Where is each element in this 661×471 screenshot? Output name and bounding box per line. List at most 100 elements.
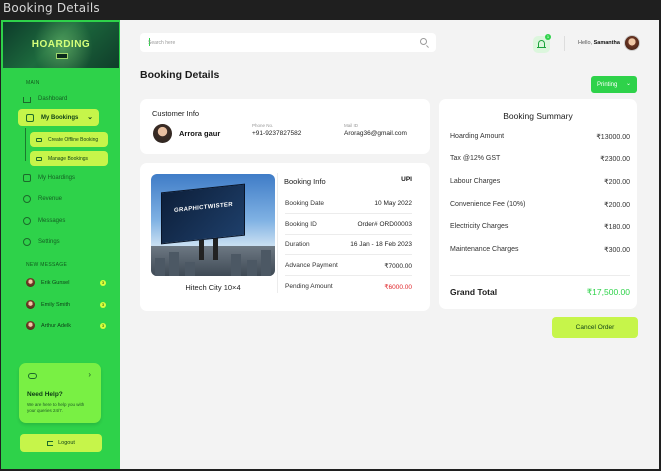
cancel-order-button[interactable]: Cancel Order <box>552 317 638 338</box>
booking-summary-title: Booking Summary <box>503 111 573 121</box>
row-divider <box>285 254 412 255</box>
summary-row-value: ₹200.00 <box>604 179 630 186</box>
user-name: Samantha <box>593 40 620 46</box>
summary-row-value: ₹200.00 <box>604 202 630 209</box>
create-booking-icon <box>36 137 42 142</box>
user-avatar[interactable] <box>624 35 640 51</box>
summary-row-label: Convenience Fee (10%) <box>450 201 526 208</box>
grand-total-row: Grand Total ₹17,500.00 <box>450 287 630 297</box>
sidebar-item-label: Dashboard <box>38 96 68 102</box>
summary-row-label: Tax @12% GST <box>450 155 501 162</box>
brand-logo[interactable]: HOARDING <box>3 22 119 68</box>
greeting-prefix: Hello, <box>578 40 594 46</box>
billboard-text: GRAPHICTWISTER <box>174 201 233 215</box>
billboard-post <box>199 240 204 260</box>
avatar <box>26 300 35 309</box>
avatar <box>26 321 35 330</box>
booking-row: Booking ID Order# ORD00003 <box>285 221 412 228</box>
chevron-down-icon: ⌄ <box>625 81 631 87</box>
summary-row: Electricity Charges ₹180.00 <box>450 223 630 231</box>
booking-row-value: 10 May 2022 <box>374 200 412 207</box>
greeting: Hello, Samantha <box>578 40 620 46</box>
cancel-order-label: Cancel Order <box>575 324 615 331</box>
summary-row-label: Electricity Charges <box>450 223 509 230</box>
hoarding-image: GRAPHICTWISTER <box>151 174 275 276</box>
grand-total-value: ₹17,500.00 <box>586 287 630 297</box>
bell-icon <box>538 40 545 47</box>
customer-phone: +91-9237827582 <box>252 130 302 137</box>
logout-button[interactable]: Logout <box>20 434 102 452</box>
header-divider <box>564 36 565 51</box>
booking-row: Booking Date 10 May 2022 <box>285 200 412 207</box>
message-item[interactable]: Emily Smith 3 <box>26 300 106 309</box>
search-input[interactable] <box>148 37 408 48</box>
sidebar-item-dashboard[interactable]: Dashboard <box>23 92 67 106</box>
window-titlebar: Booking Details <box>0 0 661 20</box>
brand-name: HOARDING <box>31 39 91 50</box>
sidebar-item-my-bookings[interactable]: My Bookings ⌄ <box>18 109 99 126</box>
printing-dropdown[interactable]: Printing ⌄ <box>591 76 637 93</box>
payment-method: UPI <box>401 176 412 183</box>
booking-row-label: Duration <box>285 241 310 248</box>
summary-row: Convenience Fee (10%) ₹200.00 <box>450 201 630 209</box>
summary-row: Labour Charges ₹200.00 <box>450 178 630 186</box>
sidebar-subitem-label: Manage Bookings <box>48 155 89 162</box>
row-divider <box>285 275 412 276</box>
message-icon <box>23 217 31 225</box>
summary-row-label: Maintenance Charges <box>450 246 519 253</box>
search-icon[interactable] <box>420 38 427 45</box>
sidebar-item-label: Messages <box>38 218 66 224</box>
row-divider <box>285 234 412 235</box>
gear-icon <box>23 238 31 246</box>
summary-row: Tax @12% GST ₹2300.00 <box>450 155 630 163</box>
sidebar-subitem-manage-bookings[interactable]: Manage Bookings <box>30 151 108 166</box>
summary-row: Hoarding Amount ₹13000.00 <box>450 133 630 141</box>
sidebar-item-my-hoardings[interactable]: My Hoardings <box>23 171 75 185</box>
bookings-icon <box>26 113 34 122</box>
app-frame: HOARDING MAIN Dashboard My Bookings ⌄ Cr… <box>1 20 659 469</box>
customer-info-title: Customer Info <box>152 109 200 118</box>
booking-divider <box>277 173 278 293</box>
avatar <box>26 278 35 287</box>
hoarding-caption: Hitech City 10×4 <box>185 283 241 292</box>
sidebar-section-main: MAIN <box>26 80 40 86</box>
help-title: Need Help? <box>27 391 63 398</box>
chevron-down-icon: ⌄ <box>87 114 93 121</box>
billboard-post <box>213 238 218 260</box>
sidebar-section-new-message: NEW MESSAGE <box>26 262 68 268</box>
booking-row-value: Order# ORD00003 <box>357 221 412 228</box>
notification-button[interactable]: 1 <box>533 34 551 53</box>
booking-row-value: 16 Jan - 18 Feb 2023 <box>350 241 412 248</box>
message-sender: Arthur Adelk <box>41 322 71 329</box>
message-item[interactable]: Arthur Adelk 3 <box>26 321 106 330</box>
sidebar-item-messages[interactable]: Messages <box>23 214 65 228</box>
chevron-right-icon[interactable]: › <box>88 370 91 379</box>
message-item[interactable]: Erik Gunsel 3 <box>26 278 106 287</box>
bell-icon-base <box>537 47 546 49</box>
booking-row-label: Pending Amount <box>285 283 333 290</box>
help-text: We are here to help you with your querie… <box>27 402 85 413</box>
unread-badge: 3 <box>100 279 106 286</box>
grand-total-label: Grand Total <box>450 287 498 297</box>
sidebar-item-label: My Bookings <box>41 114 79 121</box>
customer-name: Arrora gaur <box>179 129 221 138</box>
booking-row-label: Booking Date <box>285 200 325 207</box>
search-bar <box>140 33 436 52</box>
customer-info-card: Customer Info Arrora gaur Phone No. +91-… <box>140 99 430 154</box>
customer-mail: Arorag36@gmail.com <box>344 130 407 137</box>
summary-row-label: Labour Charges <box>450 178 501 185</box>
sidebar-subitem-create-offline-booking[interactable]: Create Offline Booking <box>30 132 108 147</box>
booking-row-label: Advance Payment <box>285 262 338 269</box>
sidebar-item-label: My Hoardings <box>38 175 76 181</box>
support-icon <box>28 373 37 379</box>
printing-label: Printing <box>597 81 618 88</box>
sidebar-item-label: Settings <box>38 239 60 245</box>
summary-row-label: Hoarding Amount <box>450 133 505 140</box>
booking-row: Duration 16 Jan - 18 Feb 2023 <box>285 241 412 248</box>
sidebar-item-settings[interactable]: Settings <box>23 235 60 249</box>
billboard: GRAPHICTWISTER <box>161 183 245 245</box>
customer-avatar <box>153 124 172 143</box>
sidebar-item-revenue[interactable]: Revenue <box>23 192 62 206</box>
help-card[interactable]: › Need Help? We are here to help you wit… <box>19 363 101 423</box>
submenu-line <box>25 128 26 161</box>
